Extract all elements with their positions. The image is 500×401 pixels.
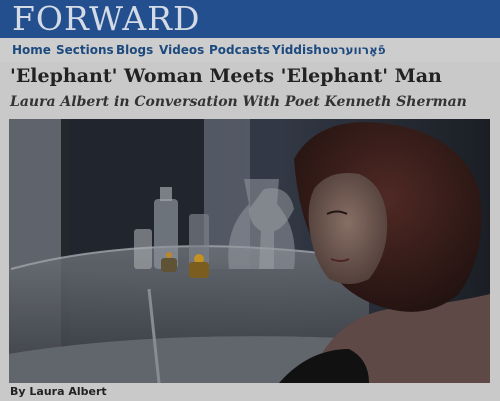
nav-item-yiddish[interactable]: Yiddish [272,43,322,57]
photo-illustration [9,119,490,383]
nav-item-videos[interactable]: Videos [159,43,204,57]
site-masthead: FORWARD [0,0,500,38]
nav-item-blogs[interactable]: Blogs [116,43,153,57]
article-headline: 'Elephant' Woman Meets 'Elephant' Man [10,65,442,87]
article-byline: By Laura Albert [10,385,107,398]
dim-overlay [9,119,490,383]
site-logo[interactable]: FORWARD [12,1,200,37]
nav-item-forverts[interactable]: פֿאָרווערטס [322,43,386,57]
article-photo [9,119,490,383]
main-navigation: Home Sections Blogs Videos Podcasts Yidd… [0,38,500,62]
nav-item-home[interactable]: Home [12,43,51,57]
nav-item-sections[interactable]: Sections [56,43,114,57]
article-subhead: Laura Albert in Conversation With Poet K… [10,94,467,110]
nav-item-podcasts[interactable]: Podcasts [209,43,270,57]
